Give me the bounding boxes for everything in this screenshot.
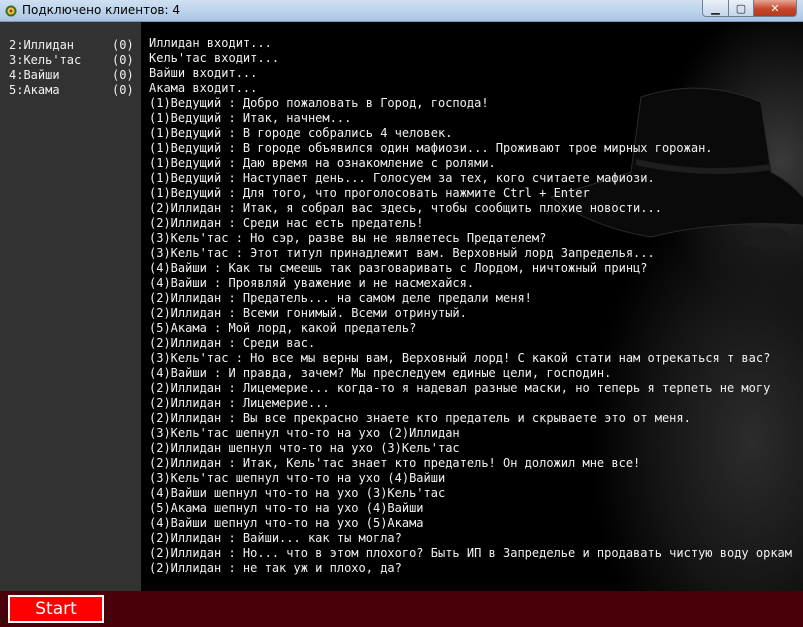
chat-message: Акама входит... [149,81,258,95]
chat-message: (3)Кель'тас шепнул что-то на ухо (4)Вайш… [149,471,446,485]
chat-message: (2)Иллидан : Вайши... как ты могла? [149,531,402,545]
chat-message: Иллидан входит... [149,36,272,50]
chat-message: (4)Вайши шепнул что-то на ухо (3)Кель'та… [149,486,446,500]
chat-message: Кель'тас входит... [149,51,280,65]
chat-message: (1)Ведущий : Добро пожаловать в Город, г… [149,96,489,110]
minimize-button[interactable]: ▁ [702,0,729,17]
chat-message: (2)Иллидан : Среди вас. [149,336,316,350]
chat-message: (4)Вайши шепнул что-то на ухо (5)Акама [149,516,424,530]
player-item[interactable]: 3:Кель'тас (0) [9,53,134,68]
chat-message: (2)Иллидан : Итак, я собрал вас здесь, ч… [149,201,662,215]
player-score: (0) [112,83,134,97]
chat-message: (2)Иллидан шепнул что-то на ухо (3)Кель'… [149,441,460,455]
chat-message: (3)Кель'тас шепнул что-то на ухо (2)Илли… [149,426,460,440]
chat-message: (2)Иллидан : Всеми гонимый. Всеми отрину… [149,306,467,320]
chat-message: (2)Иллидан : не так уж и плохо, да? [149,561,402,575]
chat-message: Вайши входит... [149,66,258,80]
chat-message: (1)Ведущий : В городе собрались 4 челове… [149,126,453,140]
player-score: (0) [112,53,134,67]
close-icon: ✕ [770,1,780,15]
chat-message: (2)Иллидан : Итак, Кель'тас знает кто пр… [149,456,641,470]
chat-message: (2)Иллидан : Среди нас есть предатель! [149,216,424,230]
chat-message: (2)Иллидан : Лицемерие... [149,396,330,410]
chat-message: (1)Ведущий : Итак, начнем... [149,111,352,125]
maximize-icon: ▢ [735,1,747,15]
title-bar[interactable]: Подключено клиентов: 4 ▁ ▢ ✕ [0,0,803,22]
start-button[interactable]: Start [8,595,104,623]
chat-message: (1)Ведущий : Даю время на ознакомление с… [149,156,496,170]
chat-message: (4)Вайши : Проявляй уважение и не насмех… [149,276,475,290]
player-list[interactable]: 2:Иллидан (0) 3:Кель'тас (0) 4:Вайши (0)… [0,22,141,591]
chat-message: (2)Иллидан : Лицемерие... когда-то я над… [149,381,771,395]
player-item[interactable]: 5:Акама (0) [9,83,134,98]
gear-icon [5,5,17,17]
player-score: (0) [112,68,134,82]
chat-message: (2)Иллидан : Предатель... на самом деле … [149,291,532,305]
chat-message: (2)Иллидан : Но... что в этом плохого? Б… [149,546,792,560]
chat-message: (4)Вайши : И правда, зачем? Мы преследуе… [149,366,612,380]
player-name: 3:Кель'тас [9,53,82,67]
window-title: Подключено клиентов: 4 [22,3,180,17]
player-name: 2:Иллидан [9,38,75,52]
player-name: 4:Вайши [9,68,60,82]
maximize-button[interactable]: ▢ [729,0,754,17]
player-score: (0) [112,38,134,52]
chat-message: (3)Кель'тас : Но все мы верны вам, Верхо… [149,351,771,365]
player-item[interactable]: 4:Вайши (0) [9,68,134,83]
chat-log[interactable]: Иллидан входит... Кель'тас входит... Вайши… [141,22,803,591]
player-name: 5:Акама [9,83,60,97]
chat-message: (3)Кель'тас : Но сэр, разве вы не являет… [149,231,547,245]
chat-message: (3)Кель'тас : Этот титул принадлежит вам… [149,246,655,260]
chat-message: (5)Акама шепнул что-то на ухо (4)Вайши [149,501,424,515]
close-button[interactable]: ✕ [754,0,797,17]
minimize-icon: ▁ [711,1,720,15]
chat-message: (2)Иллидан : Вы все прекрасно знаете кто… [149,411,691,425]
chat-message: (5)Акама : Мой лорд, какой предатель? [149,321,417,335]
chat-message: (1)Ведущий : В городе объявился один маф… [149,141,713,155]
chat-message: (1)Ведущий : Для того, что проголосовать… [149,186,590,200]
player-item[interactable]: 2:Иллидан (0) [9,38,134,53]
bottom-bar: Start [0,591,803,627]
chat-message: (4)Вайши : Как ты смеешь так разговарива… [149,261,648,275]
chat-message: (1)Ведущий : Наступает день... Голосуем … [149,171,655,185]
chat-message-list: Иллидан входит... Кель'тас входит... Вайши… [149,36,792,576]
